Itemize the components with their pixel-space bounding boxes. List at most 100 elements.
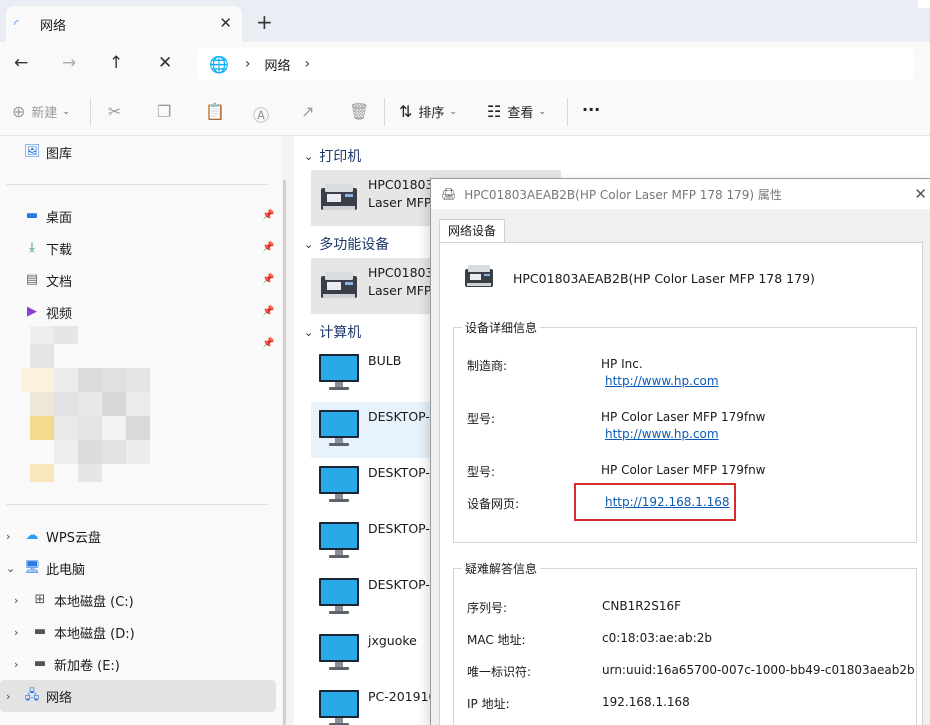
cut-button[interactable]: ✂ — [108, 102, 127, 121]
up-button[interactable]: ↑ — [109, 52, 123, 74]
navigation-pane: 🖼 图库 ▬ 桌面 📌 ⤓ 下载 📌 ▤ 文档 📌 ▶ 视频 📌 📌 › ☁ W… — [0, 136, 282, 725]
chevron-down-icon: ⌄ — [304, 237, 314, 251]
dialog-title: HPC01803AEAB2B(HP Color Laser MFP 178 17… — [464, 187, 782, 202]
chevron-down-icon: ⌄ — [538, 106, 546, 117]
sidebar-item-label: WPS云盘 — [46, 530, 101, 546]
dialog-title-bar: 🖨 HPC01803AEAB2B(HP Color Laser MFP 178 … — [431, 179, 930, 209]
model-link[interactable]: http://www.hp.com — [605, 427, 719, 441]
chevron-right-icon[interactable]: › — [14, 594, 26, 607]
sidebar-item-wps[interactable]: › ☁ WPS云盘 — [0, 522, 276, 550]
sidebar-item-drive-d[interactable]: › ▬ 本地磁盘 (D:) — [0, 618, 276, 646]
address-bar[interactable]: 🌐 › 网络 › — [197, 48, 914, 80]
more-options-button[interactable]: ··· — [582, 100, 600, 119]
rename-button[interactable]: Ⓐ — [253, 102, 275, 126]
item-name: DESKTOP- — [368, 521, 430, 536]
chevron-right-icon[interactable]: › — [14, 626, 26, 639]
close-tab-icon[interactable]: ✕ — [219, 14, 232, 32]
sidebar-item-drive-e[interactable]: › ▬ 新加卷 (E:) — [0, 650, 276, 678]
pin-icon[interactable]: 📌 — [262, 338, 274, 349]
group-label: 打印机 — [319, 149, 362, 165]
stop-button[interactable]: ✕ — [158, 52, 172, 74]
sidebar-item-label: 文档 — [46, 274, 73, 290]
delete-button[interactable]: 🗑 — [349, 102, 375, 121]
view-list-icon: ☷ — [487, 102, 502, 121]
copy-icon: ❐ — [157, 102, 172, 121]
chevron-down-icon[interactable]: ⌄ — [6, 562, 18, 575]
sidebar-item-label: 桌面 — [46, 210, 73, 226]
sidebar-item-videos[interactable]: ▶ 视频 📌 — [0, 298, 276, 326]
monitor-icon — [319, 634, 359, 670]
manufacturer-value: HP Inc. — [601, 357, 643, 371]
sidebar-item-desktop[interactable]: ▬ 桌面 📌 — [0, 202, 276, 230]
back-button[interactable]: ← — [14, 52, 28, 74]
desktop-icon: ▬ — [25, 208, 39, 223]
sidebar-scrollbar[interactable] — [283, 180, 286, 725]
navigation-bar: ← → ↑ ✕ 🌐 › 网络 › — [0, 42, 930, 88]
sidebar-item-this-pc[interactable]: ⌄ 🖥 此电脑 — [0, 554, 276, 582]
group-legend: 疑难解答信息 — [462, 560, 541, 577]
new-tab-button[interactable]: + — [256, 12, 273, 32]
gallery-icon: 🖼 — [24, 144, 41, 159]
forward-button[interactable]: → — [62, 52, 76, 74]
mac-label: MAC 地址: — [467, 633, 526, 647]
sidebar-item-network[interactable]: › 🖧 网络 — [0, 680, 276, 712]
ip-label: IP 地址: — [467, 697, 510, 711]
highlight-annotation — [574, 483, 736, 521]
chevron-right-icon[interactable]: › — [6, 690, 18, 703]
video-icon: ▶ — [27, 304, 37, 319]
sidebar-item-label: 新加卷 (E:) — [54, 658, 120, 674]
view-button[interactable]: ☷ 查看 ⌄ — [487, 102, 546, 121]
windows-drive-icon: ⊞ — [34, 592, 46, 607]
printer-icon — [321, 272, 357, 298]
sort-button[interactable]: ⇅ 排序 ⌄ — [399, 102, 457, 121]
view-label: 查看 — [507, 106, 534, 121]
sidebar-item-gallery[interactable]: 🖼 图库 — [0, 138, 276, 166]
sidebar-item-drive-c[interactable]: › ⊞ 本地磁盘 (C:) — [0, 586, 276, 614]
new-label: 新建 — [31, 106, 58, 121]
tab-network-device[interactable]: 网络设备 — [439, 219, 506, 243]
monitor-icon — [319, 690, 359, 725]
manufacturer-label: 制造商: — [467, 359, 508, 373]
pin-icon[interactable]: 📌 — [262, 274, 274, 285]
monitor-icon — [319, 410, 359, 446]
sidebar-item-label: 图库 — [46, 146, 73, 162]
group-header-computers[interactable]: ⌄ 计算机 — [304, 322, 361, 342]
group-header-multifunction[interactable]: ⌄ 多功能设备 — [304, 234, 389, 254]
pin-icon[interactable]: 📌 — [262, 210, 274, 221]
chevron-down-icon: ⌄ — [304, 325, 314, 339]
model-number-label: 型号: — [467, 465, 496, 479]
share-button[interactable]: ↗ — [301, 102, 320, 121]
plus-circle-icon: ⊕ — [12, 102, 26, 121]
chevron-right-icon[interactable]: › — [305, 56, 311, 72]
sidebar-item-downloads[interactable]: ⤓ 下载 📌 — [0, 234, 276, 262]
group-header-printers[interactable]: ⌄ 打印机 — [304, 146, 361, 166]
pin-icon[interactable]: 📌 — [262, 242, 274, 253]
close-icon[interactable]: ✕ — [914, 185, 927, 203]
sidebar-item-documents[interactable]: ▤ 文档 📌 — [0, 266, 276, 294]
copy-button[interactable]: ❐ — [157, 102, 177, 121]
item-name: DESKTOP- — [368, 409, 430, 424]
tab-network[interactable]: ◜ 网络 ✕ — [6, 6, 242, 42]
monitor-icon — [319, 354, 359, 390]
trash-icon: 🗑 — [349, 102, 370, 121]
group-label: 计算机 — [319, 325, 362, 341]
chevron-right-icon[interactable]: › — [14, 658, 26, 671]
item-name: PC-201910 — [368, 689, 437, 704]
printer-icon — [465, 265, 493, 287]
sidebar-item-label: 此电脑 — [46, 562, 86, 578]
chevron-down-icon: ⌄ — [449, 106, 457, 117]
computer-icon: 🖥 — [24, 560, 41, 575]
chevron-right-icon[interactable]: › — [245, 56, 251, 72]
uuid-label: 唯一标识符: — [467, 665, 532, 679]
item-name: BULB — [368, 353, 402, 368]
chevron-right-icon[interactable]: › — [6, 530, 18, 543]
paste-button[interactable]: 📋 — [205, 102, 231, 121]
manufacturer-link[interactable]: http://www.hp.com — [605, 374, 719, 388]
breadcrumb-network[interactable]: 网络 — [265, 55, 291, 74]
tab-title: 网络 — [40, 18, 67, 34]
sort-label: 排序 — [418, 106, 445, 121]
sidebar-divider — [6, 184, 268, 185]
pin-icon[interactable]: 📌 — [262, 306, 274, 317]
new-button[interactable]: ⊕ 新建 ⌄ — [12, 102, 70, 121]
share-icon: ↗ — [301, 102, 315, 121]
